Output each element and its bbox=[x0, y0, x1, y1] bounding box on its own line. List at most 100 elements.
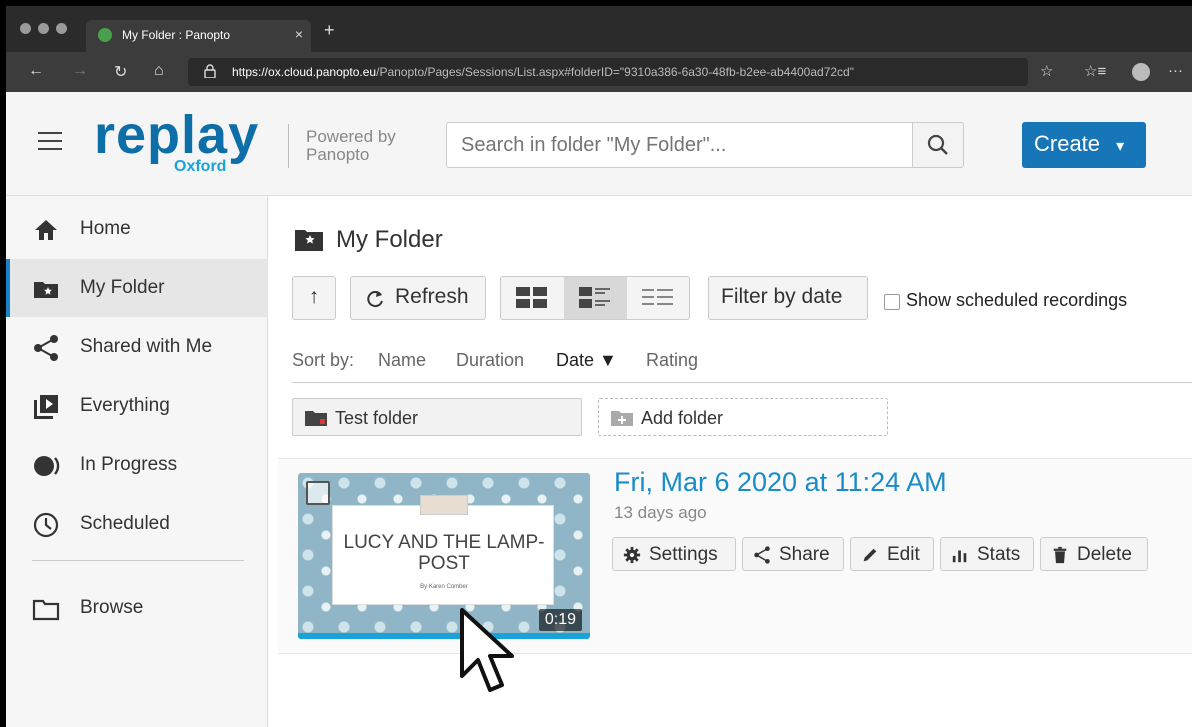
window-close-control[interactable] bbox=[20, 23, 31, 34]
session-title-link[interactable]: Fri, Mar 6 2020 at 11:24 AM bbox=[614, 467, 947, 498]
tab-title: My Folder : Panopto bbox=[122, 28, 231, 42]
url-path: /Panopto/Pages/Sessions/List.aspx#folder… bbox=[376, 65, 854, 79]
share-icon bbox=[34, 335, 58, 361]
url-host: https://ox.cloud.panopto.eu bbox=[232, 65, 377, 79]
gear-icon bbox=[623, 546, 641, 564]
pencil-icon bbox=[863, 548, 877, 562]
thumbnail-slide-title: LUCY AND THE LAMP-POST bbox=[343, 532, 545, 574]
add-folder-button[interactable]: Add folder bbox=[598, 398, 888, 436]
sidebar-divider bbox=[32, 560, 244, 561]
bar-chart-icon bbox=[952, 550, 967, 563]
new-tab-icon[interactable]: + bbox=[324, 20, 335, 41]
main-content: My Folder ↑ Refresh Filter by date Show … bbox=[268, 196, 1192, 727]
sidebar-item-label: In Progress bbox=[80, 454, 178, 475]
sidebar-item-label: Browse bbox=[80, 597, 144, 618]
delete-button[interactable]: Delete bbox=[1040, 537, 1148, 571]
filter-by-date-button[interactable]: Filter by date bbox=[708, 276, 868, 320]
sort-name-option[interactable]: Name bbox=[378, 350, 426, 371]
folder-outline-icon bbox=[32, 599, 60, 621]
share-label: Share bbox=[779, 544, 830, 565]
sidebar: Home My Folder Shared with Me Everything… bbox=[6, 196, 268, 727]
sidebar-item-my-folder[interactable]: My Folder bbox=[6, 259, 268, 317]
chevron-down-icon: ▾ bbox=[1116, 138, 1125, 155]
search-input[interactable] bbox=[447, 123, 913, 167]
share-button[interactable]: Share bbox=[742, 537, 844, 571]
more-menu-icon[interactable]: ··· bbox=[1168, 62, 1183, 79]
back-arrow-icon[interactable]: ← bbox=[28, 62, 44, 80]
sidebar-item-in-progress[interactable]: In Progress bbox=[6, 436, 268, 494]
session-thumbnail[interactable]: LUCY AND THE LAMP-POST By Karen Comber 0… bbox=[298, 473, 590, 639]
forward-arrow-icon[interactable]: → bbox=[72, 62, 88, 80]
session-row: LUCY AND THE LAMP-POST By Karen Comber 0… bbox=[278, 458, 1192, 654]
create-button[interactable]: Create ▾ bbox=[1022, 122, 1146, 168]
detail-view-icon bbox=[579, 287, 610, 308]
refresh-label: Refresh bbox=[395, 285, 469, 308]
sidebar-item-label: Shared with Me bbox=[80, 336, 213, 357]
delete-label: Delete bbox=[1077, 544, 1132, 565]
hamburger-menu-icon[interactable] bbox=[38, 132, 62, 152]
browser-tab-bar: My Folder : Panopto × + bbox=[6, 6, 1192, 52]
window-zoom-control[interactable] bbox=[56, 23, 67, 34]
browser-address-bar: ← → ↻ ⌂ https://ox.cloud.panopto.eu/Pano… bbox=[6, 52, 1192, 92]
mouse-pointer-icon bbox=[460, 608, 514, 692]
thumbnail-tape bbox=[420, 495, 468, 515]
favorite-star-icon[interactable]: ☆ bbox=[1040, 62, 1053, 80]
share-icon bbox=[754, 546, 770, 564]
home-icon[interactable]: ⌂ bbox=[154, 62, 164, 80]
sidebar-item-browse[interactable]: Browse bbox=[6, 579, 268, 637]
reload-icon[interactable]: ↻ bbox=[114, 62, 127, 82]
stats-button[interactable]: Stats bbox=[940, 537, 1034, 571]
home-icon bbox=[35, 220, 57, 240]
url-field[interactable]: https://ox.cloud.panopto.eu/Panopto/Page… bbox=[188, 58, 1028, 86]
sidebar-item-scheduled[interactable]: Scheduled bbox=[6, 495, 268, 553]
search-button[interactable] bbox=[912, 122, 964, 168]
lock-icon bbox=[204, 64, 216, 78]
trash-icon bbox=[1053, 546, 1067, 564]
sidebar-item-everything[interactable]: Everything bbox=[6, 377, 268, 435]
test-folder-tile[interactable]: Test folder bbox=[292, 398, 582, 436]
powered-by-label: Powered by Panopto bbox=[306, 127, 396, 164]
header-divider bbox=[288, 124, 289, 168]
thumbnail-slide-author: By Karen Comber bbox=[420, 584, 468, 590]
detail-view-button[interactable] bbox=[564, 277, 627, 319]
folder-icon bbox=[305, 411, 327, 426]
browser-tab[interactable]: My Folder : Panopto × bbox=[86, 20, 311, 52]
sidebar-item-label: Everything bbox=[80, 395, 170, 416]
sidebar-item-label: Home bbox=[80, 218, 131, 239]
session-duration: 0:19 bbox=[538, 609, 582, 631]
sort-date-option[interactable]: Date ▼ bbox=[556, 350, 617, 371]
settings-button[interactable]: Settings bbox=[612, 537, 736, 571]
list-view-button[interactable] bbox=[627, 277, 690, 319]
session-select-checkbox[interactable] bbox=[306, 481, 330, 505]
arrow-up-icon: ↑ bbox=[308, 285, 320, 308]
app-frame: My Folder : Panopto × + ← → ↻ ⌂ https://… bbox=[0, 0, 1192, 727]
sidebar-item-shared-with-me[interactable]: Shared with Me bbox=[6, 318, 268, 376]
create-label: Create bbox=[1034, 131, 1101, 156]
session-age: 13 days ago bbox=[614, 503, 707, 522]
page-title: My Folder bbox=[294, 226, 443, 254]
watch-progress-bar bbox=[298, 633, 590, 639]
add-folder-label: Add folder bbox=[641, 408, 724, 428]
add-folder-icon bbox=[611, 411, 633, 426]
replay-logo[interactable]: replay bbox=[94, 108, 259, 162]
show-scheduled-checkbox[interactable] bbox=[884, 294, 900, 310]
clock-icon bbox=[33, 512, 59, 538]
up-level-button[interactable]: ↑ bbox=[292, 276, 336, 320]
edit-button[interactable]: Edit bbox=[850, 537, 934, 571]
profile-avatar-icon[interactable] bbox=[1132, 63, 1150, 81]
app-header: replay Oxford Powered by Panopto Create … bbox=[6, 92, 1192, 196]
sidebar-item-home[interactable]: Home bbox=[6, 200, 268, 258]
in-progress-icon bbox=[34, 456, 60, 476]
sidebar-item-label: Scheduled bbox=[80, 513, 170, 534]
sort-duration-option[interactable]: Duration bbox=[456, 350, 524, 371]
sort-rating-option[interactable]: Rating bbox=[646, 350, 698, 371]
grid-view-button[interactable] bbox=[501, 277, 564, 319]
refresh-button[interactable]: Refresh bbox=[350, 276, 486, 320]
tab-close-icon[interactable]: × bbox=[295, 26, 303, 42]
window-minimize-control[interactable] bbox=[38, 23, 49, 34]
favorites-list-icon[interactable]: ☆≡ bbox=[1084, 62, 1106, 80]
sort-by-label: Sort by: bbox=[292, 350, 355, 370]
grid-view-icon bbox=[516, 287, 547, 308]
thumbnail-slide: LUCY AND THE LAMP-POST By Karen Comber bbox=[332, 505, 554, 605]
logo-subtitle: Oxford bbox=[174, 158, 227, 175]
